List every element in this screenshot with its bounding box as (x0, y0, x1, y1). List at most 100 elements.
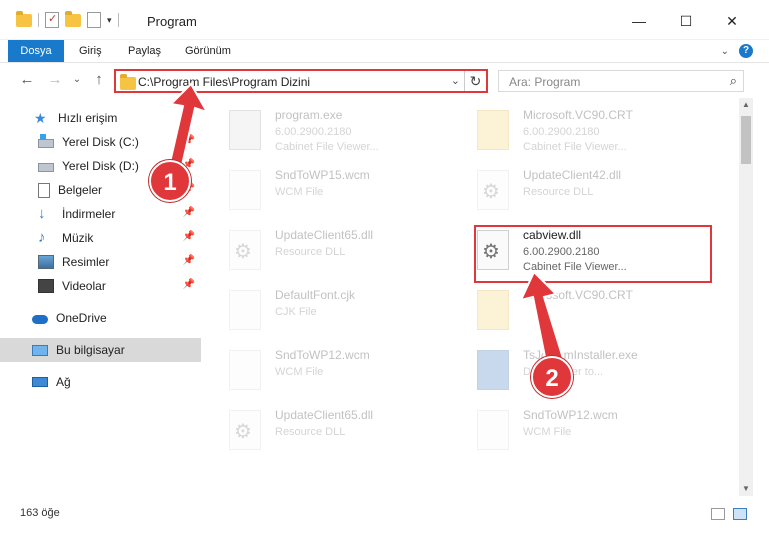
vertical-scrollbar[interactable]: ▲ ▼ (739, 98, 753, 496)
search-input[interactable]: Ara: Program ⌕ (498, 70, 744, 92)
pin-icon[interactable]: 📌 (183, 279, 195, 290)
forward-button[interactable]: → (46, 71, 64, 89)
file-list: program.exe 6.00.2900.2180 Cabinet File V… (203, 98, 739, 496)
sidebar-item-downloads[interactable]: ↓ İndirmeler 📌 (0, 202, 201, 226)
file-item[interactable]: SndToWP15.wcm WCM File (203, 158, 433, 214)
gear-file-icon (477, 170, 509, 210)
navigation-pane: ★ Hızlı erişim Yerel Disk (C:) 📌 Yerel D… (0, 98, 203, 496)
file-name: UpdateClient42.dll (523, 168, 622, 182)
file-details: Resource DLL (523, 186, 594, 198)
file-name: SndToWP12.wcm (275, 348, 370, 362)
file-name: UpdateClient65.dll (275, 228, 374, 242)
search-icon[interactable]: ⌕ (730, 73, 737, 89)
quick-access-toolbar: ▾ (16, 10, 119, 28)
sidebar-item-label: Müzik (62, 231, 94, 245)
computer-icon (32, 344, 48, 356)
tab-share[interactable]: Paylaş (128, 40, 161, 62)
pin-icon[interactable]: 📌 (183, 231, 195, 242)
chevron-down-icon[interactable]: ⌄ (721, 46, 729, 57)
document-icon (38, 182, 50, 198)
file-details: 6.00.2900.2180 Cabinet File Viewer... (523, 126, 627, 153)
file-item[interactable]: Microsoft.VC90.CRT (451, 278, 681, 334)
file-name: program.exe (275, 108, 343, 122)
tab-home[interactable]: Giriş (79, 40, 102, 62)
file-details: 6.00.2900.2180 Cabinet File Viewer... (275, 126, 379, 153)
pin-icon[interactable]: 📌 (183, 255, 195, 266)
window-title: Program (147, 14, 197, 29)
file-item[interactable]: UpdateClient65.dll Resource DLL (203, 218, 433, 274)
item-count: 163 öğe (20, 507, 60, 519)
minimize-button[interactable]: — (617, 8, 661, 34)
file-details: WCM File (275, 186, 324, 198)
file-name: Microsoft.VC90.CRT (523, 108, 633, 122)
up-button[interactable]: ↑ (90, 71, 108, 89)
file-item[interactable]: program.exe 6.00.2900.2180 Cabinet File V… (203, 98, 433, 154)
app-icon (477, 350, 509, 390)
file-icon (229, 170, 261, 210)
sidebar-item-pictures[interactable]: Resimler 📌 (0, 250, 201, 274)
file-item[interactable]: UpdateClient65.dll Resource DLL (203, 398, 433, 454)
address-dropdown[interactable]: ⌄ (451, 74, 460, 87)
file-item[interactable]: UpdateClient42.dll Resource DLL (451, 158, 681, 214)
large-icons-view-icon[interactable] (733, 508, 747, 520)
file-icon (477, 410, 509, 450)
back-button[interactable]: ← (18, 71, 36, 89)
sidebar-item-videos[interactable]: Videolar 📌 (0, 274, 201, 298)
pin-icon[interactable]: 📌 (183, 135, 195, 146)
scroll-up-button[interactable]: ▲ (739, 98, 753, 112)
new-folder-icon[interactable] (65, 10, 81, 27)
file-item[interactable]: SndToWP12.wcm WCM File (203, 338, 433, 394)
sidebar-item-quick-access[interactable]: ★ Hızlı erişim (0, 106, 201, 130)
address-bar[interactable]: C:\Program Files\Program Dizini ⌄ ↻ (114, 69, 488, 93)
scroll-thumb[interactable] (741, 116, 751, 164)
refresh-button[interactable]: ↻ (464, 71, 486, 91)
status-bar: 163 öğe (0, 500, 769, 526)
maximize-button[interactable]: ☐ (664, 8, 708, 34)
music-icon: ♪ (38, 229, 46, 246)
sidebar-item-label: Hızlı erişim (58, 111, 118, 125)
navigation-bar: ← → ⌄ ↑ C:\Program Files\Program Dizini … (0, 62, 769, 98)
sidebar-item-network[interactable]: Ağ (0, 370, 201, 394)
file-item[interactable]: DefaultFont.cjk CJK File (203, 278, 433, 334)
title-bar: ▾ Program — ☐ ✕ (0, 0, 769, 40)
sidebar-item-label: Belgeler (58, 183, 103, 197)
tab-view[interactable]: Görünüm (185, 40, 231, 62)
callout-1: 1 (149, 160, 191, 202)
sidebar-item-music[interactable]: ♪ Müzik 📌 (0, 226, 201, 250)
sidebar-item-this-pc[interactable]: Bu bilgisayar (0, 338, 201, 362)
file-item[interactable]: Microsoft.VC90.CRT 6.00.2900.2180 Cabinet… (451, 98, 681, 154)
file-details: WCM File (275, 366, 324, 378)
customize-toolbar-dropdown[interactable]: ▾ (107, 15, 112, 26)
tab-file[interactable]: Dosya (8, 40, 64, 62)
sidebar-item-label: Yerel Disk (C:) (62, 135, 139, 149)
file-name: DefaultFont.cjk (275, 288, 356, 302)
callout-2: 2 (531, 356, 573, 398)
sidebar-item-label: İndirmeler (62, 207, 116, 221)
search-placeholder: Ara: Program (509, 75, 581, 89)
sidebar-item-onedrive[interactable]: OneDrive (0, 306, 201, 330)
close-button[interactable]: ✕ (710, 8, 754, 34)
recent-locations-dropdown[interactable]: ⌄ (68, 71, 86, 89)
toolbar-separator (117, 13, 119, 27)
file-details: Resource DLL (275, 426, 346, 438)
file-icon (229, 350, 261, 390)
file-item[interactable]: SndToWP12.wcm WCM File (451, 398, 681, 454)
sidebar-item-label: Yerel Disk (D:) (62, 159, 139, 173)
sidebar-item-disk-c[interactable]: Yerel Disk (C:) 📌 (0, 130, 201, 154)
download-icon: ↓ (38, 205, 46, 222)
folder-icon (477, 290, 509, 330)
pictures-icon (38, 255, 54, 269)
view-options-icon[interactable] (87, 12, 101, 28)
gear-file-icon (229, 410, 261, 450)
ribbon: Dosya Giriş Paylaş Görünüm ⌄ ? (0, 40, 769, 62)
folder-icon (16, 10, 32, 27)
address-path[interactable]: C:\Program Files\Program Dizini (138, 75, 310, 89)
properties-icon[interactable] (45, 12, 59, 28)
details-view-icon[interactable] (711, 508, 725, 520)
toolbar-separator (38, 13, 39, 27)
help-icon[interactable]: ? (739, 44, 753, 58)
disk-icon (38, 163, 54, 172)
scroll-down-button[interactable]: ▼ (739, 482, 753, 496)
sidebar-item-label: Resimler (62, 255, 110, 269)
pin-icon[interactable]: 📌 (183, 207, 195, 218)
